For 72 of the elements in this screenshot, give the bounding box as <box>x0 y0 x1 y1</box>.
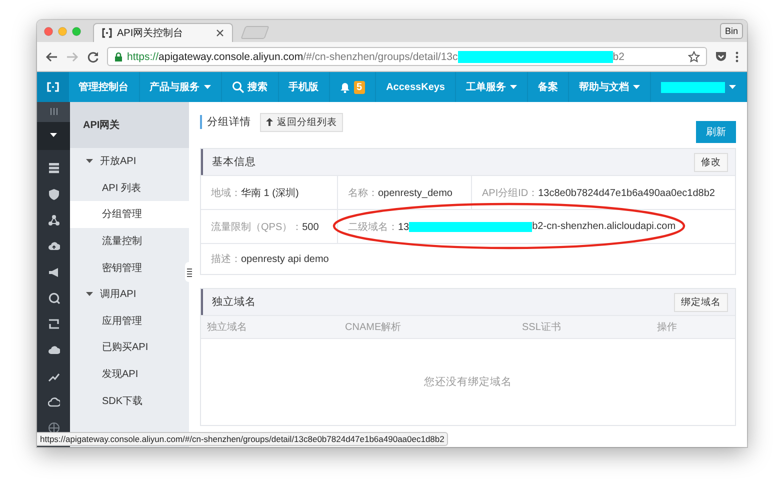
menu-icon[interactable] <box>735 50 739 62</box>
url-text: /#/cn-shenzhen/groups/detail/13c <box>303 50 458 62</box>
collapse-handle-icon[interactable] <box>187 268 192 276</box>
bind-domain-button[interactable]: 绑定域名 <box>674 292 728 312</box>
sidebar-item[interactable]: 密钥管理 <box>70 254 189 281</box>
expand-arrow-icon[interactable] <box>86 158 93 165</box>
caret-icon <box>633 84 640 90</box>
field-text: 名称：openresty_demo <box>348 186 452 200</box>
back-button[interactable]: 返回分组列表 <box>260 112 343 132</box>
url-text: b2 <box>612 50 624 62</box>
url-text: https:// <box>127 50 159 62</box>
grip-icon[interactable] <box>50 108 58 114</box>
close-window-button[interactable] <box>44 26 53 36</box>
lock-icon <box>114 52 123 62</box>
up-arrow-icon <box>266 118 273 126</box>
site-icon <box>102 28 112 38</box>
status-url: https://apigateway.console.aliyun.com/#/cn-shenzhen/groups/detail/13c8e0b7824d47e1b6a490aa0ec1d8b2 <box>37 432 448 446</box>
sidebar-group[interactable]: 调用API <box>70 280 189 308</box>
search-icon <box>232 81 244 93</box>
cloud-outline-icon[interactable] <box>48 396 60 408</box>
field-text: 二级域名：13 <box>348 220 410 234</box>
globe-icon[interactable] <box>48 422 60 434</box>
close-icon[interactable] <box>216 29 224 37</box>
column-header: 独立域名 <box>207 320 248 334</box>
switch-icon[interactable] <box>48 318 60 330</box>
reload-icon[interactable] <box>87 50 99 62</box>
card-title: 基本信息 <box>212 155 256 169</box>
logo-icon[interactable] <box>46 82 59 92</box>
sidebar-item[interactable]: 发现API <box>70 360 189 388</box>
sidebar-item[interactable]: SDK下载 <box>70 387 189 414</box>
column-header: CNAME解析 <box>345 320 402 334</box>
address-field[interactable]: https://apigateway.console.aliyun.com/#/cn-shenzhen/groups/detail/13c b2 <box>107 47 707 66</box>
cloud-upload-icon[interactable] <box>48 240 60 252</box>
redaction-block <box>661 82 725 92</box>
column-header: SSL证书 <box>522 320 562 334</box>
nodes-icon[interactable] <box>48 214 60 226</box>
field-text: 流量限制（QPS）：500 <box>211 220 319 234</box>
tab-title: API网关控制台 <box>117 26 184 40</box>
sidebar-group[interactable]: 开放API <box>70 148 189 175</box>
back-icon[interactable] <box>45 50 58 62</box>
sidebar-item[interactable]: 应用管理 <box>70 308 189 334</box>
caret-icon[interactable] <box>50 132 57 138</box>
pocket-icon[interactable] <box>715 51 727 62</box>
bell-icon[interactable] <box>340 82 350 92</box>
edit-button[interactable]: 修改 <box>694 152 728 172</box>
caret-icon <box>204 84 210 90</box>
notification-badge: 5 <box>354 80 366 94</box>
sidebar-item[interactable]: 分组管理 <box>70 201 189 228</box>
sidebar-item[interactable]: 流量控制 <box>70 228 189 254</box>
column-header: 操作 <box>657 321 678 334</box>
star-icon[interactable] <box>688 50 700 62</box>
sidebar-item[interactable]: API 列表 <box>70 174 189 202</box>
page-title: 分组详情 <box>200 115 251 129</box>
field-text: API分组ID：13c8e0b7824d47e1b6a490aa0ec1d8b2 <box>482 186 715 200</box>
expand-arrow-icon[interactable] <box>86 290 93 298</box>
url-text: apigateway.console.aliyun.com <box>158 50 304 62</box>
shield-icon[interactable] <box>48 188 60 200</box>
profile-button[interactable]: Bin <box>720 23 743 39</box>
cloud-icon[interactable] <box>48 344 60 356</box>
field-text: 描述：openresty api demo <box>211 252 329 266</box>
field-text: b2-cn-shenzhen.alicloudapi.com <box>532 221 676 232</box>
megaphone-icon[interactable] <box>48 266 60 278</box>
search-icon[interactable] <box>48 292 60 304</box>
caret-icon <box>510 84 517 90</box>
server-icon[interactable] <box>48 162 60 174</box>
browser-tab[interactable]: API网关控制台 <box>93 23 233 42</box>
field-text: 地域：华南 1 (深圳) <box>211 186 299 200</box>
empty-message: 您还没有绑定域名 <box>201 338 735 425</box>
caret-icon <box>729 84 736 90</box>
sidebar-item[interactable]: 已购买API <box>70 334 189 361</box>
card-title: 独立域名 <box>212 295 256 309</box>
sidebar-title: API网关 <box>70 102 189 148</box>
